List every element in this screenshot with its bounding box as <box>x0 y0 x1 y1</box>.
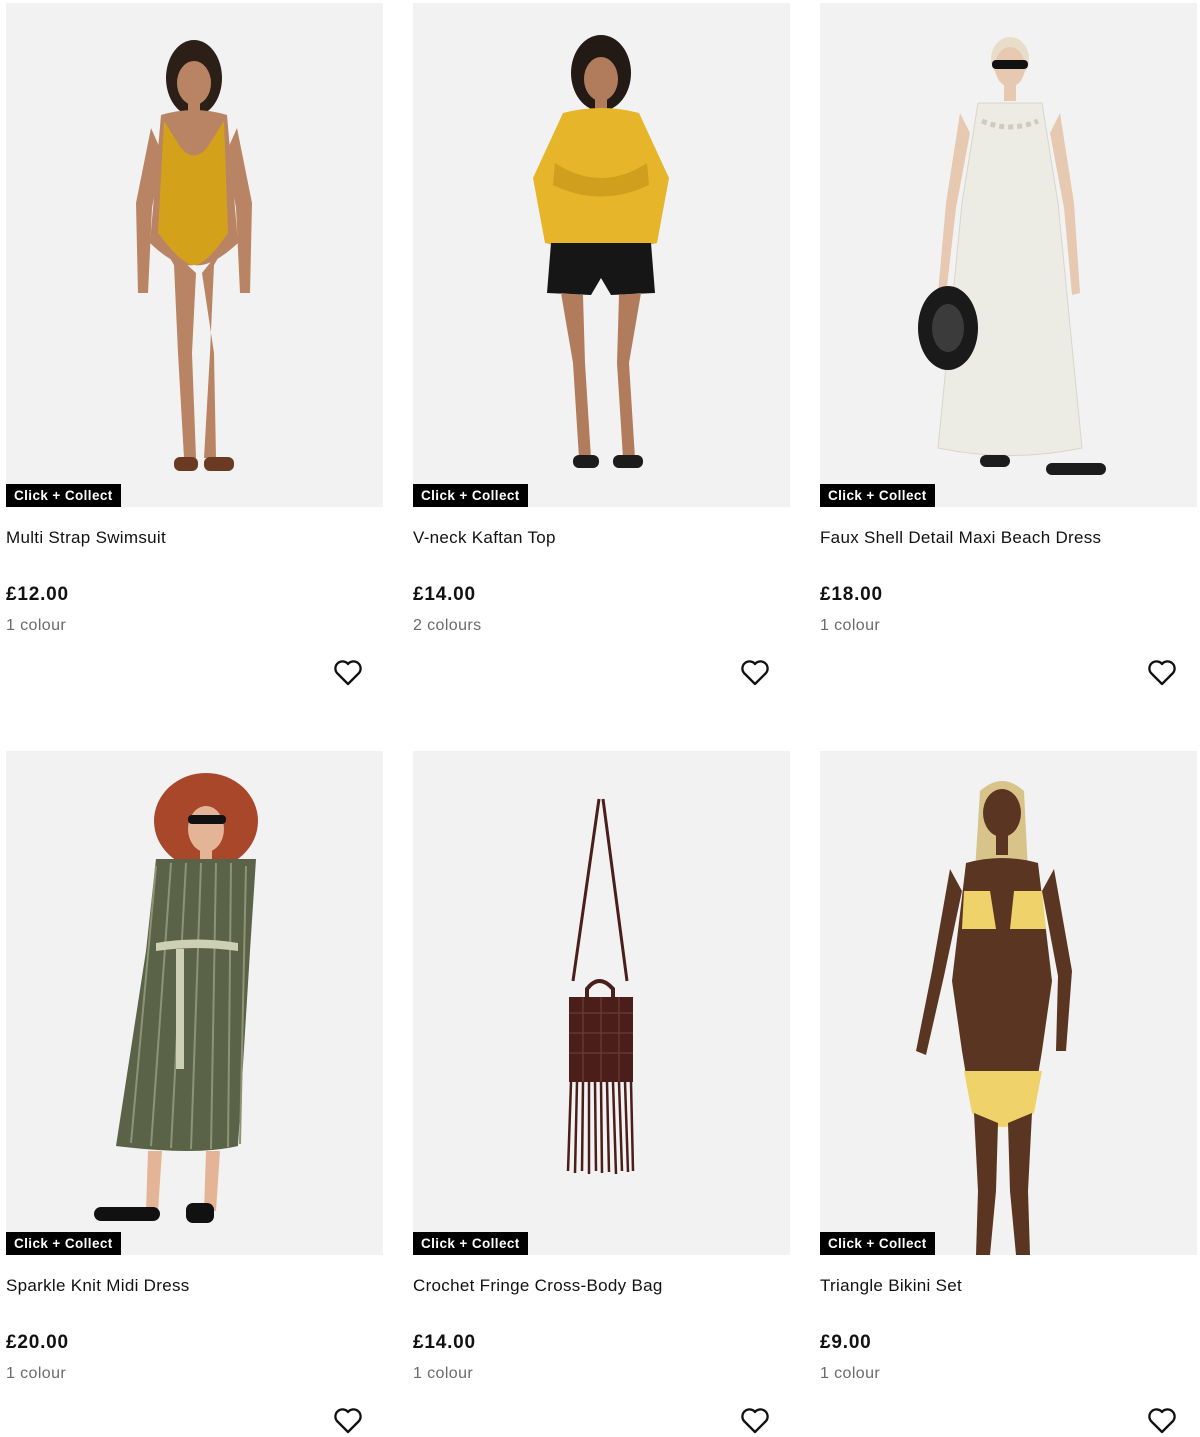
wishlist-button[interactable] <box>739 1405 771 1437</box>
click-collect-badge: Click + Collect <box>413 484 528 507</box>
product-price: £18.00 <box>820 584 883 605</box>
wishlist-button[interactable] <box>332 657 364 689</box>
heart-icon <box>741 1408 769 1434</box>
colour-count: 1 colour <box>6 1365 67 1382</box>
product-card[interactable]: Click + Collect Triangle Bikini Set £9.0… <box>820 751 1197 1437</box>
product-title[interactable]: Faux Shell Detail Maxi Beach Dress <box>820 528 1101 548</box>
product-price: £14.00 <box>413 1332 476 1353</box>
model-swimsuit-image <box>136 40 252 471</box>
product-title[interactable]: Multi Strap Swimsuit <box>6 528 166 548</box>
heart-icon <box>1148 660 1176 686</box>
product-card[interactable]: Click + Collect Multi Strap Swimsuit £12… <box>6 3 383 693</box>
model-maxi-dress-image <box>918 37 1106 475</box>
colour-count: 1 colour <box>820 617 881 634</box>
crochet-bag-image <box>566 798 635 1175</box>
wishlist-button[interactable] <box>1146 657 1178 689</box>
product-image[interactable]: Click + Collect <box>6 3 383 507</box>
click-collect-badge: Click + Collect <box>6 1232 121 1255</box>
product-title[interactable]: Crochet Fringe Cross-Body Bag <box>413 1276 663 1296</box>
click-collect-badge: Click + Collect <box>413 1232 528 1255</box>
click-collect-badge: Click + Collect <box>820 1232 935 1255</box>
product-title[interactable]: Sparkle Knit Midi Dress <box>6 1276 190 1296</box>
wishlist-button[interactable] <box>332 1405 364 1437</box>
product-price: £20.00 <box>6 1332 69 1353</box>
product-image[interactable]: Click + Collect <box>413 751 790 1255</box>
click-collect-badge: Click + Collect <box>6 484 121 507</box>
product-price: £12.00 <box>6 584 69 605</box>
colour-count: 2 colours <box>413 617 482 634</box>
product-image[interactable]: Click + Collect <box>820 3 1197 507</box>
model-bikini-image <box>916 781 1072 1255</box>
colour-count: 1 colour <box>6 617 67 634</box>
product-card[interactable]: Click + Collect V-neck Kaftan Top £14.00… <box>413 3 790 693</box>
product-image[interactable]: Click + Collect <box>6 751 383 1255</box>
product-title[interactable]: V-neck Kaftan Top <box>413 528 556 548</box>
heart-icon <box>1148 1408 1176 1434</box>
product-price: £9.00 <box>820 1332 872 1353</box>
colour-count: 1 colour <box>820 1365 881 1382</box>
product-card[interactable]: Click + Collect Sparkle Knit Midi Dress … <box>6 751 383 1437</box>
product-price: £14.00 <box>413 584 476 605</box>
wishlist-button[interactable] <box>739 657 771 689</box>
wishlist-button[interactable] <box>1146 1405 1178 1437</box>
model-kaftan-image <box>533 35 669 468</box>
product-card[interactable]: Click + Collect Faux Shell Detail Maxi B… <box>820 3 1197 693</box>
heart-icon <box>334 1408 362 1434</box>
product-image[interactable]: Click + Collect <box>820 751 1197 1255</box>
model-knit-dress-image <box>94 773 258 1223</box>
heart-icon <box>334 660 362 686</box>
colour-count: 1 colour <box>413 1365 474 1382</box>
heart-icon <box>741 660 769 686</box>
product-image[interactable]: Click + Collect <box>413 3 790 507</box>
click-collect-badge: Click + Collect <box>820 484 935 507</box>
product-card[interactable]: Click + Collect Crochet Fringe Cross-Bod… <box>413 751 790 1437</box>
product-title[interactable]: Triangle Bikini Set <box>820 1276 962 1296</box>
